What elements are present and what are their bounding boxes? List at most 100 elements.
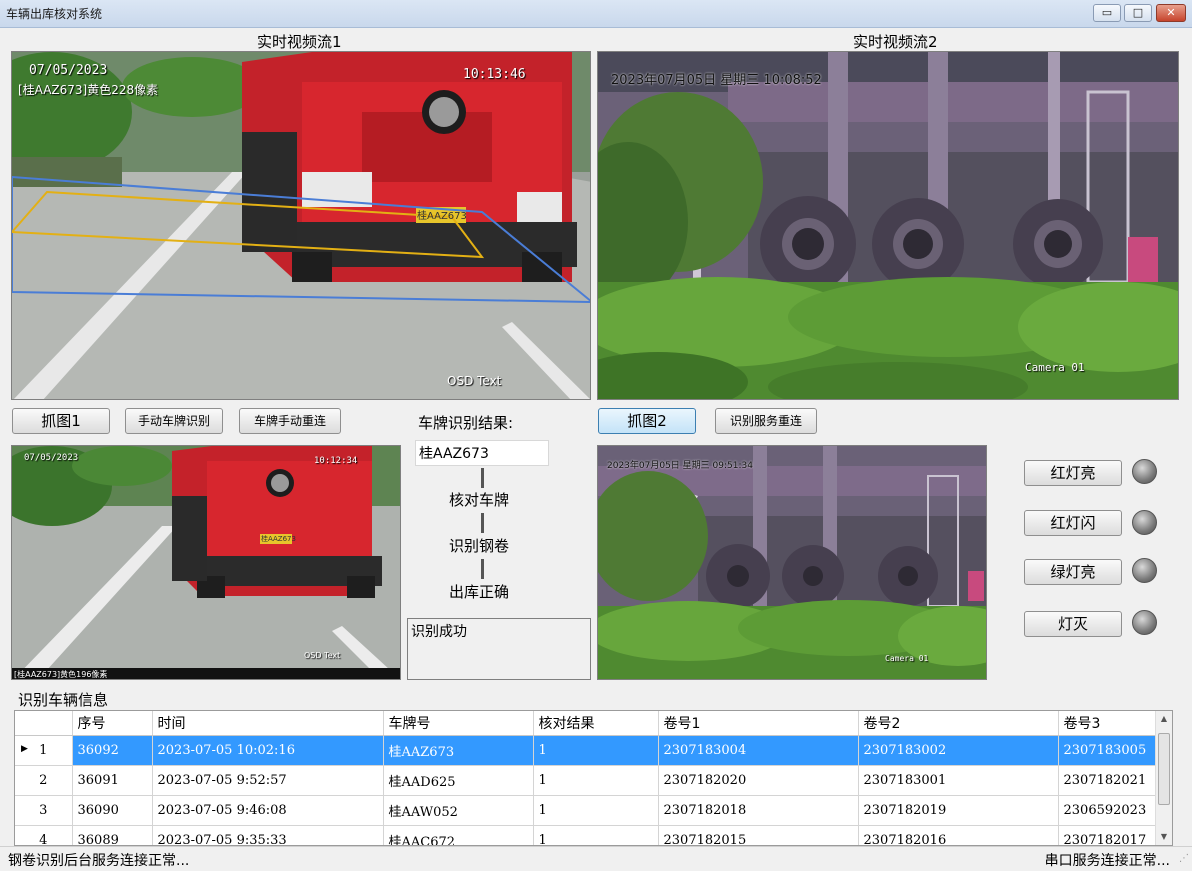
green-light-on-button[interactable]: 绿灯亮 — [1024, 559, 1122, 585]
light-off-button[interactable]: 灯灭 — [1024, 611, 1122, 637]
recognition-message: 识别成功 — [407, 618, 591, 680]
green-light-on-indicator — [1132, 558, 1157, 583]
scroll-down-icon[interactable]: ▼ — [1156, 829, 1172, 845]
minimize-button[interactable]: ▭ — [1093, 4, 1121, 22]
stream1-osd-time: 10:13:46 — [463, 67, 526, 82]
close-button[interactable]: ✕ — [1156, 4, 1186, 22]
cell-time[interactable]: 2023-07-05 9:52:57 — [152, 765, 384, 796]
cell-coil3[interactable]: 2307182017 — [1058, 825, 1158, 845]
snapshot-2: 2023年07月05日 星期三 09:51:34 Camera 01 — [597, 445, 987, 680]
stream1-osd-plate: [桂AAZ673]黄色228像素 — [18, 83, 159, 97]
column-header-seq[interactable]: 序号 — [72, 711, 153, 736]
table-row[interactable]: 2 36091 2023-07-05 9:52:57 桂AAD625 1 230… — [15, 765, 1158, 796]
cell-coil1[interactable]: 2307182015 — [658, 825, 859, 845]
stream1-osd-text: OSD Text — [447, 374, 502, 388]
step-outbound-ok: 出库正确 — [449, 583, 510, 601]
red-light-on-button[interactable]: 红灯亮 — [1024, 460, 1122, 486]
manual-recognize-button[interactable]: 手动车牌识别 — [125, 408, 223, 434]
cell-coil1[interactable]: 2307182020 — [658, 765, 859, 796]
capture2-button[interactable]: 抓图2 — [598, 408, 696, 434]
snapshot1-osd-text: OSD Text — [304, 651, 341, 660]
stream2-osd-datetime: 2023年07月05日 星期三 10:08:52 — [611, 73, 822, 88]
current-row-arrow-icon: ▶ — [21, 743, 28, 754]
maximize-button[interactable]: □ — [1124, 4, 1152, 22]
status-left: 钢卷识别后台服务连接正常... — [8, 853, 190, 869]
snapshot1-osd-date: 07/05/2023 — [24, 453, 79, 463]
cell-coil3[interactable]: 2307183005 — [1058, 735, 1158, 766]
cell-coil2[interactable]: 2307182019 — [858, 795, 1059, 826]
resize-grip-icon[interactable]: ⋰ — [1179, 853, 1189, 864]
plate-result-field[interactable]: 桂AAZ673 — [415, 440, 549, 466]
stream1-osd-date: 07/05/2023 — [29, 63, 108, 78]
table-row[interactable]: ▶ 1 36092 2023-07-05 10:02:16 桂AAZ673 1 2… — [15, 735, 1158, 766]
cell-coil3[interactable]: 2306592023 — [1058, 795, 1158, 826]
cell-seq[interactable]: 36090 — [72, 795, 153, 826]
cell-time[interactable]: 2023-07-05 10:02:16 — [152, 735, 384, 766]
scrollbar-thumb[interactable] — [1158, 733, 1170, 805]
table-row[interactable]: 4 36089 2023-07-05 9:35:33 桂AAC672 1 230… — [15, 825, 1158, 845]
capture1-button[interactable]: 抓图1 — [12, 408, 110, 434]
cell-check[interactable]: 1 — [533, 765, 659, 796]
truck-scene-image — [12, 52, 590, 399]
cell-coil2[interactable]: 2307183001 — [858, 765, 1059, 796]
cell-plate[interactable]: 桂AAW052 — [383, 795, 534, 826]
cell-check[interactable]: 1 — [533, 795, 659, 826]
cell-check[interactable]: 1 — [533, 735, 659, 766]
window-title: 车辆出库核对系统 — [6, 7, 103, 21]
service-reconnect-button[interactable]: 识别服务重连 — [715, 408, 817, 434]
cell-time[interactable]: 2023-07-05 9:46:08 — [152, 795, 384, 826]
cell-plate[interactable]: 桂AAC672 — [383, 825, 534, 845]
flow-connector-1 — [481, 468, 484, 488]
snapshot1-plate-text: 桂AAZ673 — [261, 535, 296, 543]
vertical-scrollbar[interactable]: ▲ ▼ — [1155, 711, 1172, 845]
column-header-coil3[interactable]: 卷号3 — [1058, 711, 1158, 736]
column-header-check[interactable]: 核对结果 — [533, 711, 659, 736]
cell-check[interactable]: 1 — [533, 825, 659, 845]
column-header-coil1[interactable]: 卷号1 — [658, 711, 859, 736]
plate-result-label: 车牌识别结果: — [418, 414, 514, 432]
stream1-plate-text: 桂AAZ673 — [417, 211, 467, 222]
video-stream-1: 07/05/2023 10:13:46 [桂AAZ673]黄色228像素 OSD… — [11, 51, 591, 400]
cell-time[interactable]: 2023-07-05 9:35:33 — [152, 825, 384, 845]
coil-scene-image — [598, 52, 1178, 399]
cell-coil2[interactable]: 2307183002 — [858, 735, 1059, 766]
row-header[interactable]: 2 — [15, 765, 73, 796]
cell-seq[interactable]: 36092 — [72, 735, 153, 766]
cell-coil1[interactable]: 2307183004 — [658, 735, 859, 766]
snapshot2-osd-camera: Camera 01 — [885, 654, 929, 663]
video-stream-2: 2023年07月05日 星期三 10:08:52 Camera 01 — [597, 51, 1179, 400]
cell-seq[interactable]: 36091 — [72, 765, 153, 796]
snapshot2-osd-datetime: 2023年07月05日 星期三 09:51:34 — [607, 461, 753, 471]
manual-reconnect-button[interactable]: 车牌手动重连 — [239, 408, 341, 434]
cell-coil3[interactable]: 2307182021 — [1058, 765, 1158, 796]
cell-plate[interactable]: 桂AAD625 — [383, 765, 534, 796]
step-recognize-coil: 识别钢卷 — [449, 537, 510, 555]
title-bar: 车辆出库核对系统 ▭ □ ✕ — [0, 0, 1192, 28]
status-right: 串口服务连接正常... — [1044, 853, 1170, 869]
cell-coil2[interactable]: 2307182016 — [858, 825, 1059, 845]
row-header-corner — [15, 711, 73, 736]
column-header-time[interactable]: 时间 — [152, 711, 384, 736]
snapshot1-osd-plate: [桂AAZ673]黄色196像素 — [14, 670, 108, 679]
red-light-flash-button[interactable]: 红灯闪 — [1024, 510, 1122, 536]
column-header-coil2[interactable]: 卷号2 — [858, 711, 1059, 736]
table-header-row: 序号 时间 车牌号 核对结果 卷号1 卷号2 卷号3 — [15, 711, 1158, 736]
vehicle-info-table[interactable]: 序号 时间 车牌号 核对结果 卷号1 卷号2 卷号3 ▶ 1 36092 2023… — [14, 710, 1173, 846]
coil-snapshot-image — [598, 446, 986, 679]
cell-coil1[interactable]: 2307182018 — [658, 795, 859, 826]
column-header-plate[interactable]: 车牌号 — [383, 711, 534, 736]
red-light-flash-indicator — [1132, 510, 1157, 535]
red-light-on-indicator — [1132, 459, 1157, 484]
row-header[interactable]: ▶ 1 — [15, 735, 73, 766]
table-row[interactable]: 3 36090 2023-07-05 9:46:08 桂AAW052 1 230… — [15, 795, 1158, 826]
row-header[interactable]: 3 — [15, 795, 73, 826]
snapshot-1: 07/05/2023 10:12:34 [桂AAZ673]黄色196像素 OSD… — [11, 445, 401, 680]
flow-connector-3 — [481, 559, 484, 579]
light-off-indicator — [1132, 610, 1157, 635]
cell-plate[interactable]: 桂AAZ673 — [383, 735, 534, 766]
cell-seq[interactable]: 36089 — [72, 825, 153, 845]
flow-connector-2 — [481, 513, 484, 533]
stream2-caption: 实时视频流2 — [853, 33, 938, 51]
scroll-up-icon[interactable]: ▲ — [1156, 711, 1172, 727]
row-header[interactable]: 4 — [15, 825, 73, 845]
